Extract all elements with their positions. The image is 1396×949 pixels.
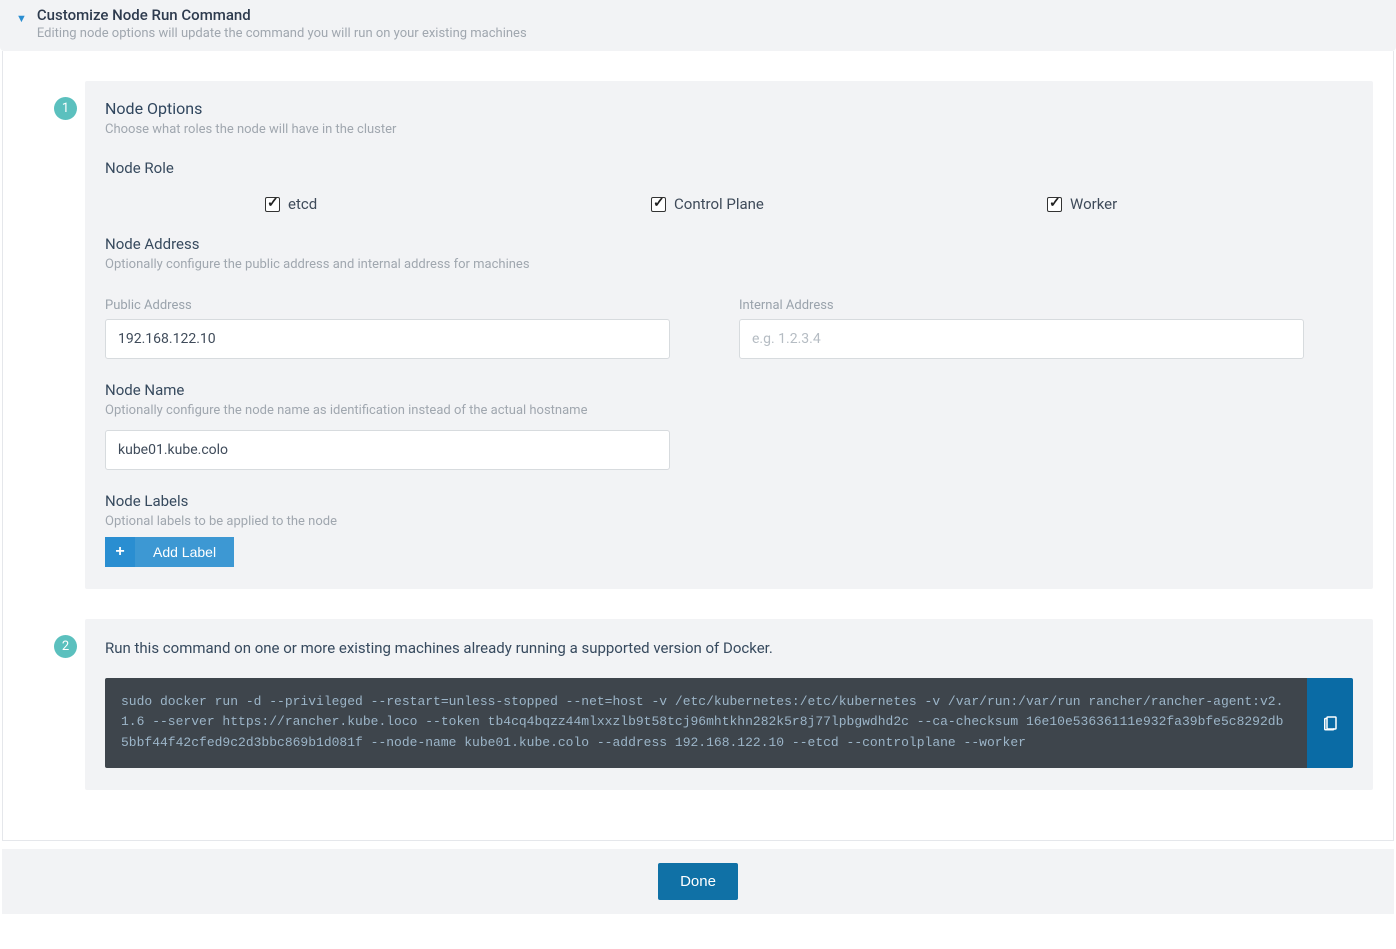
node-name-input-wrap xyxy=(105,430,1353,470)
step-1-title: Node Options xyxy=(105,99,1353,118)
node-labels-label: Node Labels xyxy=(105,492,1353,510)
plus-icon: + xyxy=(105,537,135,567)
public-address-input[interactable] xyxy=(105,319,670,359)
roles-row: etcd Control Plane Worker xyxy=(105,195,1353,213)
role-worker-label: Worker xyxy=(1070,195,1117,213)
role-worker[interactable]: Worker xyxy=(937,195,1333,213)
internal-address-label: Internal Address xyxy=(739,298,1353,313)
collapse-subtitle: Editing node options will update the com… xyxy=(37,26,1380,41)
step-2-intro: Run this command on one or more existing… xyxy=(105,637,1353,660)
address-row: Public Address Internal Address xyxy=(105,280,1353,359)
command-output[interactable]: sudo docker run -d --privileged --restar… xyxy=(105,678,1307,768)
role-etcd-label: etcd xyxy=(288,195,317,213)
role-control-plane-label: Control Plane xyxy=(674,195,764,213)
node-role-label: Node Role xyxy=(105,159,1353,177)
role-control-plane[interactable]: Control Plane xyxy=(551,195,937,213)
internal-address-input[interactable] xyxy=(739,319,1304,359)
internal-address-col: Internal Address xyxy=(739,280,1353,359)
step-1-badge: 1 xyxy=(54,97,77,120)
collapse-title: Customize Node Run Command xyxy=(37,6,1380,24)
node-name-sublabel: Optionally configure the node name as id… xyxy=(105,403,1353,418)
clipboard-icon xyxy=(1321,714,1339,732)
checkbox-icon[interactable] xyxy=(265,197,280,212)
done-button[interactable]: Done xyxy=(658,863,738,900)
step-2-badge: 2 xyxy=(54,635,77,658)
collapse-header[interactable]: ▼ Customize Node Run Command Editing nod… xyxy=(0,0,1396,51)
main-panel: 1 Node Options Choose what roles the nod… xyxy=(2,51,1394,841)
copy-button[interactable] xyxy=(1307,678,1353,768)
public-address-col: Public Address xyxy=(105,280,719,359)
checkbox-icon[interactable] xyxy=(651,197,666,212)
step-1-subtitle: Choose what roles the node will have in … xyxy=(105,122,1353,137)
node-name-label: Node Name xyxy=(105,381,1353,399)
add-label-button[interactable]: + Add Label xyxy=(105,537,234,567)
add-label-button-text: Add Label xyxy=(135,544,234,560)
command-wrap: sudo docker run -d --privileged --restar… xyxy=(105,678,1353,768)
node-name-input[interactable] xyxy=(105,430,670,470)
node-address-label: Node Address xyxy=(105,235,1353,253)
checkbox-icon[interactable] xyxy=(1047,197,1062,212)
node-address-sublabel: Optionally configure the public address … xyxy=(105,257,1353,272)
collapse-titles: Customize Node Run Command Editing node … xyxy=(37,6,1380,41)
step-2-block: 2 Run this command on one or more existi… xyxy=(85,619,1373,790)
role-etcd[interactable]: etcd xyxy=(125,195,551,213)
public-address-label: Public Address xyxy=(105,298,719,313)
footer: Done xyxy=(2,849,1394,914)
step-1-block: 1 Node Options Choose what roles the nod… xyxy=(85,81,1373,589)
caret-down-icon: ▼ xyxy=(16,12,27,25)
node-labels-sublabel: Optional labels to be applied to the nod… xyxy=(105,514,1353,529)
